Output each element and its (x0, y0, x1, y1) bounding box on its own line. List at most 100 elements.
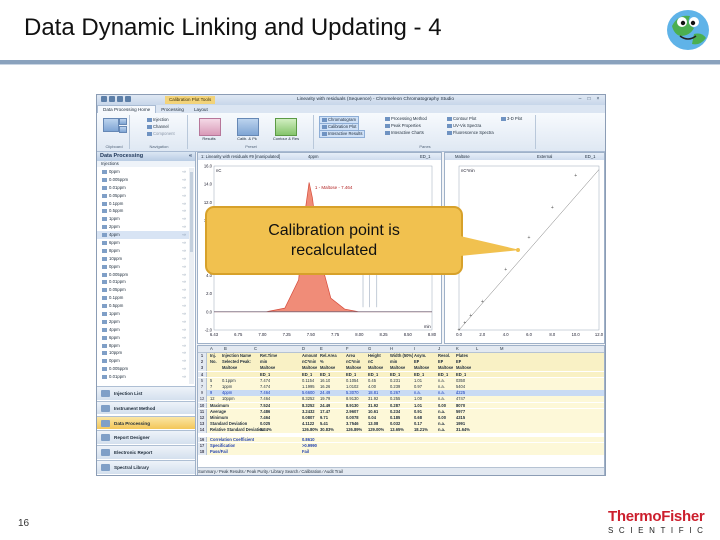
table-cell[interactable]: 1.00 (414, 396, 422, 402)
injection-item[interactable]: 0.01ppm ⇨ (97, 278, 189, 286)
table-cell[interactable]: 0.97 (414, 384, 422, 390)
table-cell[interactable]: n.a. (438, 378, 445, 384)
open-arrow-icon[interactable]: ⇨ (182, 310, 186, 318)
table-row[interactable]: 2 No. Selected Peak: min nC*min% nC*min nC min E… (198, 359, 604, 366)
nav-button[interactable]: Instrument Method (97, 400, 195, 415)
open-arrow-icon[interactable]: ⇨ (182, 326, 186, 334)
table-cell[interactable]: nC*min (302, 359, 316, 365)
table-cell[interactable]: 24.49 (320, 390, 330, 396)
table-cell[interactable]: 17.47 (320, 409, 330, 415)
injection-item[interactable]: 0.005ppm ⇨ (97, 365, 189, 373)
table-cell[interactable]: Maltose (346, 365, 361, 371)
open-arrow-icon[interactable]: ⇨ (182, 239, 186, 247)
injection-item[interactable]: 0.5ppm ⇨ (97, 302, 189, 310)
calibration-point[interactable]: + (469, 313, 472, 319)
open-arrow-icon[interactable]: ⇨ (182, 365, 186, 373)
injection-item[interactable]: 4ppm ⇨ (97, 231, 189, 240)
injection-item[interactable]: 1ppm ⇨ (97, 215, 189, 223)
pane-peak-properties[interactable]: Peak Properties (383, 123, 423, 129)
table-cell[interactable]: ED_1 (302, 372, 312, 378)
injection-item[interactable]: 0.1ppm ⇨ (97, 200, 189, 208)
paste-icon[interactable] (103, 118, 119, 132)
table-cell[interactable]: 7.524 (260, 403, 270, 409)
table-cell[interactable]: 5 (210, 378, 212, 384)
table-cell[interactable]: n.a. (438, 396, 445, 402)
table-cell[interactable]: 0.231 (390, 378, 400, 384)
table-cell[interactable]: Maximum (210, 403, 229, 409)
open-arrow-icon[interactable]: ⇨ (182, 215, 186, 223)
copy-icon[interactable] (119, 126, 127, 133)
table-cell[interactable]: nC (368, 359, 373, 365)
table-cell[interactable]: 0.00 (438, 415, 446, 421)
injection-item[interactable]: 0.05ppm ⇨ (97, 286, 189, 294)
open-arrow-icon[interactable]: ⇨ (182, 286, 186, 294)
open-arrow-icon[interactable]: ⇨ (182, 168, 186, 176)
table-cell[interactable]: 12 (210, 396, 215, 402)
table-cell[interactable]: nC*min (346, 359, 360, 365)
injection-item[interactable]: 6ppm ⇨ (97, 239, 189, 247)
table-cell[interactable]: 7.464 (260, 415, 270, 421)
table-row[interactable]: 12 Minimum 7.464 0.0807 9.71 0.0078 0.04 0.185 0… (198, 415, 604, 421)
nav-button[interactable]: Data Processing (97, 415, 195, 430)
table-cell[interactable]: 0.45 (368, 378, 376, 384)
table-cell[interactable]: Rel.Area (320, 353, 337, 359)
table-cell[interactable]: 10.61 (368, 409, 378, 415)
table-cell[interactable]: 7.486 (260, 409, 270, 415)
table-cell[interactable]: 0.8610 (302, 437, 315, 443)
table-cell[interactable]: 4315 (456, 415, 465, 421)
nav-button[interactable]: Report Designer (97, 430, 195, 444)
tab-data-processing-home[interactable]: Data Processing Home (97, 105, 157, 113)
table-row[interactable]: 16 Correlation Coefficient 0.8610 (198, 436, 604, 443)
calibration-point[interactable]: + (504, 267, 507, 273)
open-arrow-icon[interactable]: ⇨ (182, 349, 186, 357)
table-cell[interactable]: n.a. (438, 390, 445, 396)
column-header[interactable]: F (346, 346, 349, 352)
open-arrow-icon[interactable]: ⇨ (182, 255, 186, 263)
table-cell[interactable]: n.a. (438, 427, 445, 433)
table-row[interactable]: 11 Average 7.486 3.2432 17.47 2.9607 10.61 0.23… (198, 408, 604, 415)
cut-icon[interactable] (119, 118, 127, 125)
injection-item[interactable]: 0ppm ⇨ (97, 357, 189, 365)
table-cell[interactable]: min (260, 359, 267, 365)
table-row[interactable]: 7 7 1ppm 7.474 1.1995 16.26 1.0102 4.00 0.239 0.9… (198, 384, 604, 390)
table-cell[interactable]: 1.01 (414, 403, 422, 409)
injection-item[interactable]: 0.01ppm ⇨ (97, 373, 189, 381)
table-cell[interactable]: 0.04 (368, 415, 376, 421)
table-cell[interactable]: 19.79 (320, 396, 330, 402)
minimize-icon[interactable]: – (576, 96, 584, 103)
table-cell[interactable]: Relative Standard Deviation (210, 427, 264, 433)
table-cell[interactable]: Resol. (438, 353, 450, 359)
table-cell[interactable]: 3.7546 (346, 421, 359, 427)
table-cell[interactable]: Fail (302, 449, 309, 455)
table-cell[interactable]: 5.41 (320, 421, 328, 427)
table-cell[interactable]: 18.21% (414, 427, 428, 433)
table-cell[interactable]: Maltose (222, 365, 237, 371)
table-cell[interactable]: ED_1 (368, 372, 378, 378)
injection-item[interactable]: 1ppm ⇨ (97, 310, 189, 318)
table-cell[interactable]: Minimum (210, 415, 228, 421)
open-arrow-icon[interactable]: ⇨ (182, 176, 186, 184)
open-arrow-icon[interactable]: ⇨ (182, 294, 186, 302)
table-cell[interactable]: Correlation Coefficient (210, 437, 254, 443)
table-cell[interactable]: 126.80% (302, 427, 318, 433)
open-arrow-icon[interactable]: ⇨ (182, 271, 186, 279)
table-cell[interactable]: Average (210, 409, 226, 415)
table-cell[interactable]: 0.267 (390, 390, 400, 396)
collapse-icon[interactable]: « (189, 152, 192, 161)
open-arrow-icon[interactable]: ⇨ (182, 223, 186, 231)
column-header[interactable]: J (438, 346, 440, 352)
table-cell[interactable]: 8.3252 (302, 396, 315, 402)
table-cell[interactable]: n.a. (414, 390, 421, 396)
open-arrow-icon[interactable]: ⇨ (182, 373, 186, 381)
table-row[interactable]: 17 Specification >0.9990 (198, 442, 604, 449)
calibration-point[interactable]: + (463, 320, 466, 326)
column-header[interactable]: M (500, 346, 504, 352)
table-cell[interactable]: 5404 (456, 384, 465, 390)
column-header[interactable]: H (390, 346, 393, 352)
nav-button[interactable]: Electronic Report (97, 445, 195, 459)
column-header[interactable]: A (210, 346, 213, 352)
table-cell[interactable]: 1.01 (414, 378, 422, 384)
table-cell[interactable]: ED_1 (438, 372, 448, 378)
close-icon[interactable]: × (594, 96, 602, 103)
injection-item[interactable]: 0.05ppm ⇨ (97, 192, 189, 200)
